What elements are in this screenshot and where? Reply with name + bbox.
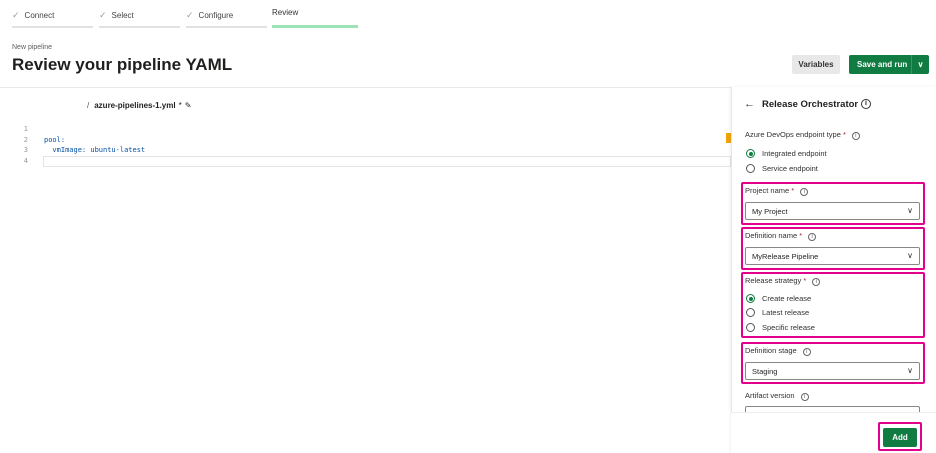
checkmark-icon: ✓ (12, 10, 20, 20)
step-underline (99, 26, 180, 28)
step-underline-active (272, 25, 358, 28)
step-label: Configure (198, 11, 234, 20)
select-value: Staging (752, 366, 778, 376)
file-name[interactable]: azure-pipelines-1.yml (94, 101, 175, 110)
line-text: pool: (44, 135, 66, 144)
back-arrow-icon[interactable]: ← (744, 98, 755, 110)
field-label-text: Release strategy (745, 276, 802, 285)
field-label-text: Definition stage (745, 346, 797, 355)
info-icon[interactable]: i (861, 99, 871, 109)
radio-circle[interactable] (746, 294, 755, 303)
step-select[interactable]: ✓ Select (99, 0, 180, 28)
save-and-run-label: Save and run (857, 60, 908, 69)
step-configure[interactable]: ✓ Configure (186, 0, 267, 28)
checkmark-icon: ✓ (186, 10, 194, 20)
step-label: Select (111, 11, 134, 20)
project-name-select[interactable]: My Project ∨ (745, 202, 920, 220)
code-line: 3 vmImage: ubuntu-latest (0, 145, 731, 156)
info-icon[interactable]: i (800, 188, 809, 196)
code-area[interactable]: 1 2 pool: 3 vmImage: ubuntu-latest 4 (0, 124, 731, 167)
required-marker: * (791, 186, 795, 195)
definition-stage-select[interactable]: Staging ∨ (745, 362, 920, 380)
radio-label: Latest release (762, 308, 810, 317)
current-line-highlight (43, 155, 731, 167)
radio-label: Integrated endpoint (762, 149, 827, 158)
radio-circle[interactable] (746, 308, 755, 317)
radio-circle[interactable] (746, 323, 755, 332)
radio-specific-release[interactable]: Specific release (746, 323, 815, 332)
chevron-down-icon[interactable]: ∨ (912, 60, 929, 69)
panel-title: Release Orchestrator (762, 99, 859, 110)
add-button[interactable]: Add (883, 428, 917, 447)
select-value: My Project (752, 206, 788, 216)
save-and-run-button[interactable]: Save and run ∨ (849, 55, 929, 74)
info-icon[interactable]: i (800, 393, 809, 401)
line-number: 1 (23, 125, 28, 133)
release-strategy-label: Release strategy * i (745, 276, 821, 286)
page-title: Review your pipeline YAML (12, 55, 233, 74)
path-separator: / (87, 101, 90, 110)
info-icon[interactable]: i (851, 132, 860, 140)
info-icon[interactable]: i (808, 233, 817, 241)
variables-button[interactable]: Variables (792, 55, 840, 74)
radio-service-endpoint[interactable]: Service endpoint (746, 164, 818, 173)
step-review[interactable]: Review (272, 0, 358, 28)
line-number: 4 (23, 156, 28, 165)
page-subtitle: New pipeline (12, 44, 53, 51)
definition-name-label: Definition name * i (745, 231, 817, 241)
required-marker: * (799, 231, 803, 240)
step-connect[interactable]: ✓ Connect (12, 0, 93, 28)
field-label-text: Artifact version (745, 391, 795, 400)
radio-label: Specific release (762, 323, 815, 332)
field-label-text: Definition name (745, 231, 798, 240)
endpoint-type-label: Azure DevOps endpoint type * i (745, 130, 860, 140)
required-marker: * (803, 276, 807, 285)
info-icon[interactable]: i (812, 278, 821, 286)
radio-label: Create release (762, 294, 812, 303)
modified-marker: * (178, 101, 182, 110)
step-label: Connect (24, 11, 55, 20)
definition-name-select[interactable]: MyRelease Pipeline ∨ (745, 247, 920, 265)
field-label-text: Project name (745, 186, 790, 195)
info-icon[interactable]: i (802, 348, 811, 356)
definition-stage-label: Definition stage i (745, 346, 811, 356)
checkmark-icon: ✓ (99, 10, 107, 20)
field-label-text: Azure DevOps endpoint type (745, 130, 841, 139)
file-path: / azure-pipelines-1.yml * ✎ (87, 101, 191, 110)
radio-circle[interactable] (746, 164, 755, 173)
radio-integrated-endpoint[interactable]: Integrated endpoint (746, 149, 827, 158)
code-line-current: 4 (0, 155, 731, 167)
chevron-down-icon: ∨ (907, 366, 913, 375)
code-line: 2 pool: (0, 135, 731, 146)
step-label: Review (272, 8, 299, 17)
wizard-steps: ✓ Connect ✓ Select ✓ Configure Review (0, 0, 936, 28)
select-value: MyRelease Pipeline (752, 251, 819, 261)
chevron-down-icon: ∨ (907, 251, 913, 260)
artifact-version-label: Artifact version i (745, 391, 809, 401)
radio-label: Service endpoint (762, 164, 818, 173)
line-number: 2 (23, 135, 28, 144)
required-marker: * (842, 130, 846, 139)
radio-latest-release[interactable]: Latest release (746, 308, 809, 317)
project-name-label: Project name * i (745, 186, 809, 196)
rename-icon[interactable]: ✎ (185, 101, 192, 110)
radio-create-release[interactable]: Create release (746, 294, 811, 303)
code-line: 1 (0, 124, 731, 135)
chevron-down-icon: ∨ (907, 206, 913, 215)
step-underline (186, 26, 267, 28)
step-underline (12, 26, 93, 28)
radio-circle[interactable] (746, 149, 755, 158)
line-text: vmImage: ubuntu-latest (44, 146, 146, 154)
line-number: 3 (23, 146, 28, 154)
